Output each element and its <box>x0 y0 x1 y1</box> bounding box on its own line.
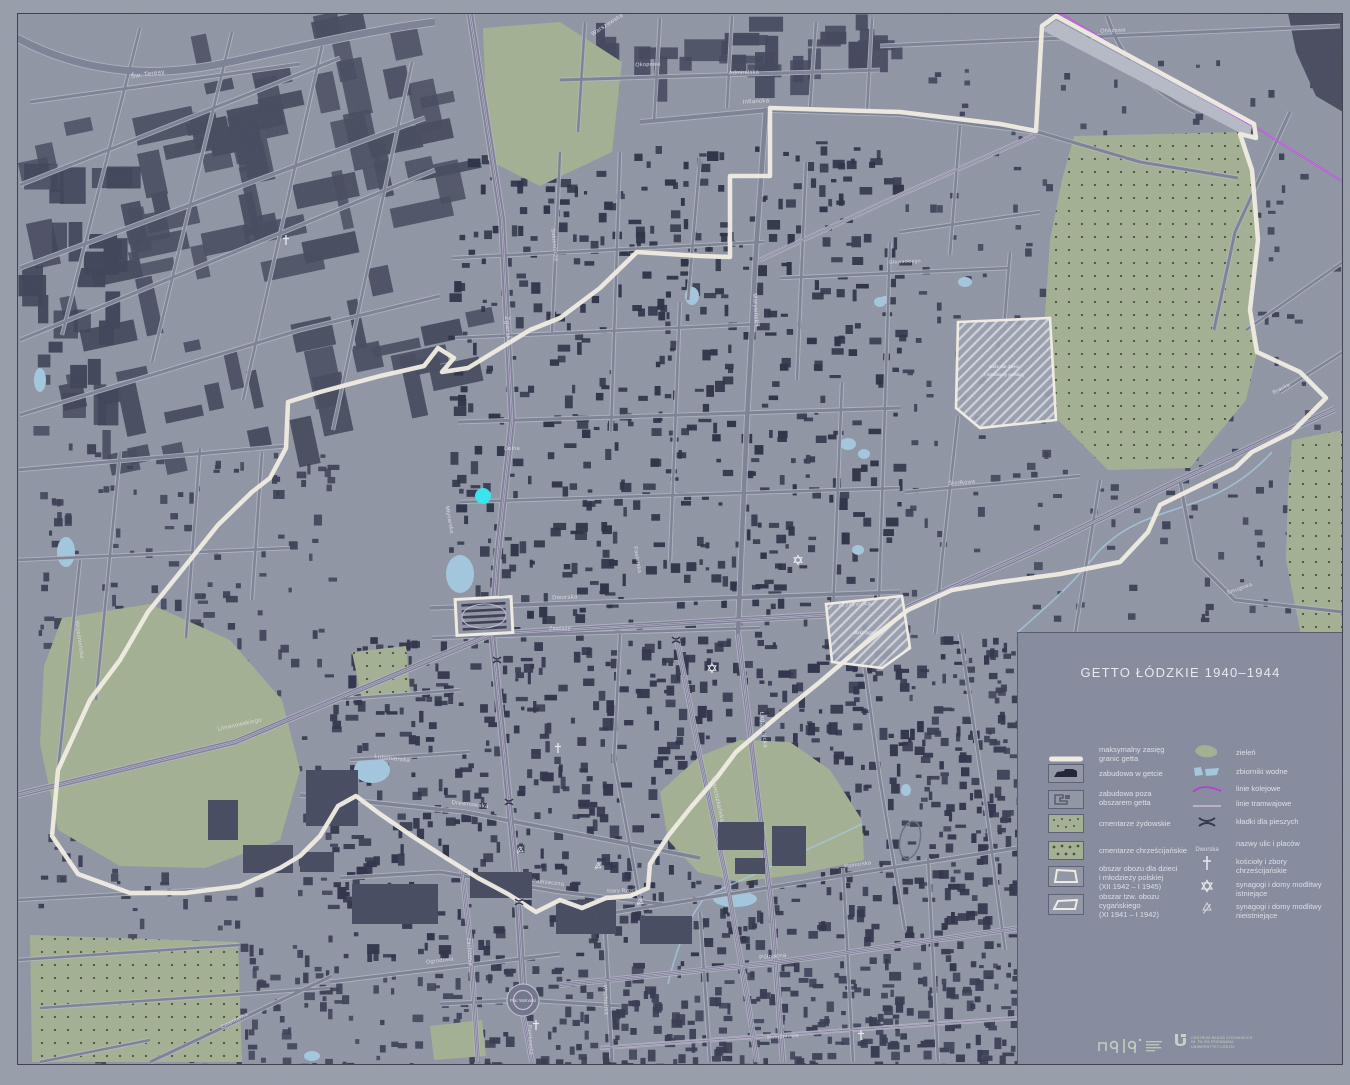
legend-label-camp-children: obszar obozu dla dzieci i młodzieży pols… <box>1099 864 1177 891</box>
svg-text:Stary Rynek: Stary Rynek <box>607 887 638 894</box>
svg-text:Dworska: Dworska <box>552 595 578 602</box>
university-logo: CENTRUM BADAŃ ŻYDOWSKICH IM. FILIPA FRIE… <box>1174 1033 1253 1049</box>
svg-text:Okopowa: Okopowa <box>635 62 661 69</box>
publisher-logos: CENTRUM BADAŃ ŻYDOWSKICH IM. FILIPA FRIE… <box>1018 1031 1343 1065</box>
svg-text:Zawiszy: Zawiszy <box>549 626 571 633</box>
svg-text:obóz dla dzieci: obóz dla dzieci <box>989 364 1019 369</box>
legend-label-bridge: kładki dla pieszych <box>1236 817 1299 826</box>
location-marker <box>475 488 491 504</box>
legend-label-street-name: nazwy ulic i placów <box>1236 839 1300 848</box>
org-logo-mark <box>1096 1033 1166 1066</box>
legend-label-church: kościoły i zbory chrześcijańskie <box>1236 857 1287 875</box>
legend-swatch-syn-exist <box>1190 878 1224 899</box>
legend-label-camp-gypsy: obszar tzw. obozu cygańskiego (XI 1941 –… <box>1099 892 1159 919</box>
university-logo-text: CENTRUM BADAŃ ŻYDOWSKICH IM. FILIPA FRIE… <box>1191 1033 1253 1049</box>
svg-text:Bałucki Rynek: Bałucki Rynek <box>471 614 499 620</box>
legend-label-syn-exist: synagogi i domy modlitwy istniejące <box>1236 880 1321 898</box>
legend-label-water: zbiorniki wodne <box>1236 767 1288 776</box>
legend-swatch-street-name: Dworska <box>1190 838 1224 856</box>
legend-label-tram: linie tramwajowe <box>1236 799 1291 808</box>
legend-label-cem-jew: cmentarze żydowskie <box>1099 819 1171 828</box>
svg-text:Dolna: Dolna <box>504 446 521 453</box>
svg-text:Admiralska: Admiralska <box>729 69 760 76</box>
ghetto-map-page: Św. TeresyWarszawskaAdmiralskaOkopowaObo… <box>0 0 1350 1085</box>
legend-label-bldg-in: zabudowa w getcie <box>1099 769 1163 778</box>
legend-label-bldg-out: zabudowa poza obszarem getta <box>1099 789 1152 807</box>
legend-swatch-cem-chr <box>1048 841 1084 860</box>
legend-label-green: zieleń <box>1236 748 1256 757</box>
legend-swatch-syn-gone <box>1190 900 1224 921</box>
legend-swatch-bldg-in <box>1048 764 1084 783</box>
svg-text:obóz cygański: obóz cygański <box>853 630 882 635</box>
legend-swatch-bldg-out <box>1048 790 1084 809</box>
legend-label-cem-chr: cmentarze chrześcijańskie <box>1099 846 1187 855</box>
map-title: GETTO ŁÓDZKIE 1940–1944 <box>1018 665 1343 680</box>
svg-text:Plac Wolności: Plac Wolności <box>510 998 536 1003</box>
legend-swatch-green <box>1190 742 1224 765</box>
legend-panel: GETTO ŁÓDZKIE 1940–1944 maksymalny zasię… <box>1017 632 1343 1065</box>
legend-label-boundary: maksymalny zasięg granic getta <box>1099 745 1164 763</box>
legend-label-syn-gone: synagogi i domy modlitwy nieistniejące <box>1236 902 1321 920</box>
legend-swatch-bridge <box>1190 813 1224 836</box>
legend-swatch-camp-gypsy <box>1048 894 1084 915</box>
legend-swatch-cem-jew <box>1048 814 1084 833</box>
legend-swatch-church <box>1190 855 1224 876</box>
university-logo-mark <box>1174 1033 1187 1047</box>
legend-label-rail: linie kolejowe <box>1236 784 1281 793</box>
legend-swatch-camp-children <box>1048 866 1084 887</box>
svg-text:i młodzieży polskiej: i młodzieży polskiej <box>984 372 1023 377</box>
legend-swatch-water <box>1190 765 1224 783</box>
